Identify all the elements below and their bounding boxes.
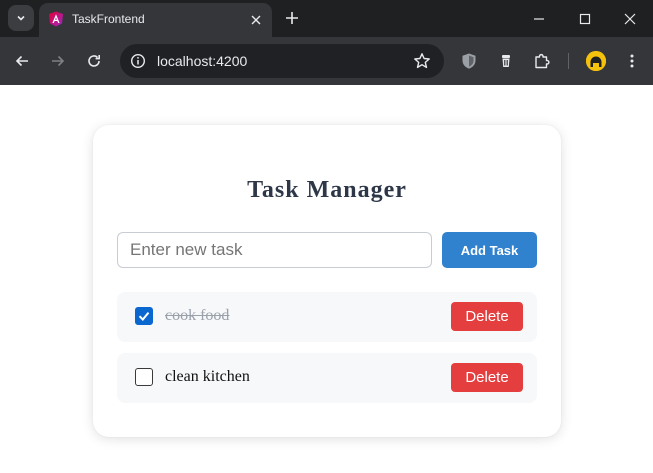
- star-icon: [414, 53, 430, 69]
- task-item: clean kitchen Delete: [117, 353, 537, 403]
- kebab-menu-icon: [630, 54, 634, 68]
- forward-button[interactable]: [46, 49, 70, 73]
- address-bar[interactable]: localhost:4200: [120, 44, 444, 78]
- delete-task-button[interactable]: Delete: [451, 363, 523, 392]
- close-icon: [624, 13, 636, 24]
- tab-strip: TaskFrontend: [0, 0, 653, 37]
- reload-icon: [88, 55, 100, 67]
- maximize-icon: [579, 13, 591, 24]
- browser-tab-active[interactable]: TaskFrontend: [39, 3, 272, 37]
- reload-button[interactable]: [82, 49, 106, 73]
- window-maximize-button[interactable]: [562, 0, 608, 37]
- toolbar-separator: [568, 53, 569, 69]
- site-info-icon: [130, 53, 146, 69]
- profile-avatar-icon: [586, 51, 606, 71]
- tab-search-button[interactable]: [8, 5, 34, 31]
- task-text: clean kitchen: [165, 368, 250, 385]
- tab-search-icon: [17, 15, 25, 21]
- close-icon: [251, 15, 261, 25]
- minimize-icon: [534, 17, 544, 20]
- tab-title: TaskFrontend: [72, 12, 145, 26]
- cup-extension-icon: [502, 55, 510, 67]
- checkmark-icon: [138, 311, 150, 321]
- address-url: localhost:4200: [157, 53, 248, 69]
- forward-arrow-icon: [52, 55, 65, 67]
- add-task-button[interactable]: Add Task: [442, 232, 537, 268]
- new-tab-button[interactable]: [282, 8, 302, 28]
- shield-extension-icon: [462, 53, 476, 69]
- task-complete-checkbox[interactable]: [135, 368, 153, 386]
- profile-button[interactable]: [586, 51, 606, 71]
- page-title: Task Manager: [247, 177, 407, 203]
- plus-icon: [286, 12, 298, 24]
- task-item: cook food Delete: [117, 292, 537, 342]
- task-complete-checkbox[interactable]: [135, 307, 153, 325]
- window-minimize-button[interactable]: [516, 0, 562, 37]
- back-button[interactable]: [10, 49, 34, 73]
- browser-menu-button[interactable]: [621, 50, 643, 72]
- task-manager-card: Task Manager Add Task cook food Delete c…: [93, 125, 561, 437]
- new-task-input[interactable]: [117, 232, 432, 268]
- browser-toolbar: localhost:4200: [0, 37, 653, 85]
- task-text: cook food: [165, 307, 230, 324]
- puzzle-icon: [535, 53, 550, 69]
- delete-task-button[interactable]: Delete: [451, 302, 523, 331]
- tab-close-button[interactable]: [247, 11, 265, 29]
- back-arrow-icon: [15, 55, 28, 67]
- extension-shield-button[interactable]: [458, 50, 480, 72]
- extensions-button[interactable]: [531, 50, 553, 72]
- angular-logo-icon: [49, 11, 63, 27]
- window-close-button[interactable]: [607, 0, 653, 37]
- extension-cup-button[interactable]: [495, 50, 517, 72]
- site-info-button[interactable]: [126, 49, 150, 73]
- bookmark-button[interactable]: [412, 51, 432, 71]
